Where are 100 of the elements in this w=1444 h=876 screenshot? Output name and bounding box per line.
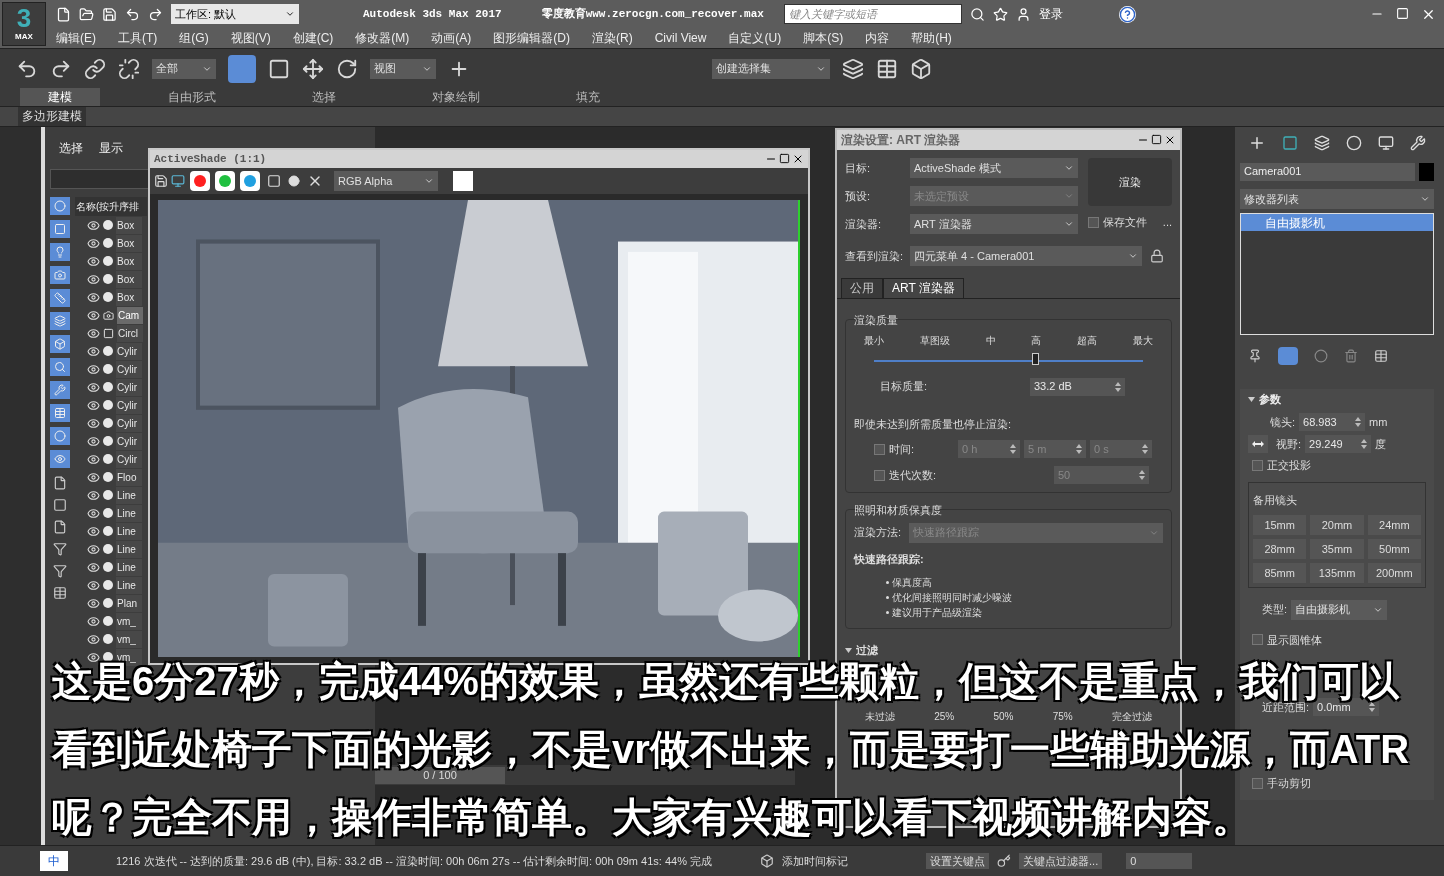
coordinate-dropdown[interactable]: 视图 (370, 58, 436, 79)
target-quality-spinner[interactable]: 33.2 dB (1030, 377, 1125, 396)
object-name[interactable]: Cylir (116, 342, 142, 360)
spinner-arrows-icon[interactable] (1369, 702, 1376, 712)
channel-dropdown[interactable]: RGB Alpha (334, 171, 438, 191)
lens-spinner[interactable]: 68.983 (1299, 413, 1366, 431)
explorer-tool-icon[interactable] (53, 520, 67, 534)
spinner-arrows-icon[interactable] (1076, 444, 1082, 454)
new-file-icon[interactable] (56, 6, 71, 22)
undo-icon[interactable] (125, 6, 140, 22)
view-dropdown[interactable]: 四元菜单 4 - Camera001 (910, 246, 1142, 266)
spinner-arrows-icon[interactable] (1355, 417, 1362, 427)
object-name[interactable]: Box (116, 234, 142, 252)
lens-preset-button[interactable]: 50mm (1367, 538, 1421, 559)
move-icon[interactable] (302, 57, 324, 80)
visibility-icon[interactable] (87, 452, 100, 466)
menu-item[interactable]: 脚本(S) (803, 29, 844, 47)
workspace-dropdown[interactable]: 工作区: 默认 (171, 4, 299, 24)
add-time-tag-button[interactable]: 添加时间标记 (782, 852, 848, 870)
object-name[interactable]: Cylir (116, 396, 142, 414)
lens-preset-button[interactable]: 200mm (1367, 562, 1421, 583)
menu-item[interactable]: 视图(V) (230, 29, 271, 47)
menu-item[interactable]: 帮助(H) (911, 29, 952, 47)
visibility-icon[interactable] (87, 416, 100, 430)
table-icon[interactable] (876, 57, 898, 80)
object-name[interactable]: Line (116, 540, 142, 558)
render-button[interactable]: 渲染 (1088, 158, 1172, 206)
explorer-menu-item[interactable]: 显示 (99, 139, 123, 169)
modify-tab-icon[interactable] (1282, 135, 1298, 151)
lens-preset-button[interactable]: 24mm (1367, 514, 1421, 535)
lens-preset-button[interactable]: 35mm (1310, 538, 1364, 559)
filter-type-icon[interactable] (54, 407, 66, 419)
help-icon[interactable] (1118, 5, 1136, 23)
visibility-icon[interactable] (87, 290, 100, 304)
explorer-tool-icon[interactable] (53, 542, 67, 556)
ribbon-tab[interactable]: 选择 (284, 88, 364, 106)
checkbox[interactable] (1088, 216, 1099, 228)
visibility-icon[interactable] (87, 560, 100, 574)
user-icon[interactable] (1015, 6, 1031, 22)
menu-item[interactable]: Civil View (654, 29, 707, 47)
field-dropdown[interactable]: ActiveShade 模式 (910, 158, 1078, 178)
configure-icon[interactable] (1374, 349, 1388, 363)
explorer-tool-icon[interactable] (53, 586, 67, 600)
visibility-icon[interactable] (87, 380, 100, 394)
fov-spinner[interactable]: 29.249 (1305, 435, 1372, 453)
link-icon[interactable] (84, 57, 106, 80)
menu-item[interactable]: 图形编辑器(D) (493, 29, 570, 47)
slider-thumb[interactable] (1032, 352, 1040, 365)
selection-filter-dropdown[interactable]: 全部 (152, 58, 216, 79)
rotate-icon[interactable] (336, 57, 358, 80)
display-tab-icon[interactable] (1378, 135, 1394, 151)
close-icon[interactable] (792, 153, 804, 165)
key-icon[interactable] (997, 854, 1011, 868)
spinner-arrows-icon[interactable] (1142, 444, 1148, 454)
ribbon-tab[interactable]: 对象绘制 (404, 88, 508, 106)
settings-tab[interactable]: ART 渲染器 (883, 278, 964, 298)
ime-bar[interactable]: 中 (40, 851, 68, 871)
object-name[interactable]: Line (116, 486, 142, 504)
object-name[interactable]: Line (116, 558, 142, 576)
time-tag-icon[interactable] (760, 854, 774, 868)
ribbon-tab[interactable]: 填充 (548, 88, 628, 106)
motion-tab-icon[interactable] (1346, 135, 1362, 151)
collapse-icon[interactable] (1248, 396, 1255, 402)
menu-item[interactable]: 修改器(M) (355, 29, 410, 47)
trash-icon[interactable] (1344, 349, 1358, 363)
filter-type-icon[interactable] (54, 453, 66, 465)
set-key-button[interactable]: 设置关键点 (926, 852, 989, 870)
explorer-search-field[interactable] (50, 169, 150, 189)
unique-icon[interactable] (1314, 349, 1328, 363)
fov-direction-button[interactable] (1248, 435, 1268, 453)
object-name[interactable]: Plan (116, 594, 142, 612)
settings-tab[interactable]: 公用 (841, 278, 883, 298)
visibility-icon[interactable] (87, 470, 100, 484)
checkbox[interactable] (1252, 777, 1263, 789)
checkbox[interactable] (874, 469, 885, 481)
selection-set-dropdown[interactable]: 创建选择集 (712, 58, 830, 79)
explorer-menu-item[interactable]: 选择 (59, 139, 83, 169)
object-name[interactable]: Line (116, 504, 142, 522)
visibility-icon[interactable] (87, 344, 100, 358)
object-name[interactable]: Line (116, 522, 142, 540)
collapse-icon[interactable] (845, 647, 852, 653)
filter-type-icon[interactable] (54, 315, 66, 327)
explorer-tool-icon[interactable] (53, 476, 67, 490)
menu-item[interactable]: 工具(T) (118, 29, 158, 47)
create-tab-icon[interactable] (1248, 134, 1266, 152)
visibility-icon[interactable] (87, 434, 100, 448)
save-icon[interactable] (154, 174, 168, 188)
region-select-icon[interactable] (268, 57, 290, 80)
filter-type-icon[interactable] (54, 384, 66, 396)
explorer-tool-icon[interactable] (53, 498, 67, 512)
spinner-arrows-icon[interactable] (1139, 470, 1145, 480)
clone-window-icon[interactable] (171, 174, 185, 188)
lens-preset-button[interactable]: 28mm (1253, 538, 1307, 559)
object-name[interactable]: Box (116, 270, 142, 288)
visibility-icon[interactable] (87, 326, 100, 340)
visibility-icon[interactable] (87, 254, 100, 268)
object-name[interactable]: Circl (117, 324, 143, 342)
color-swatch[interactable] (453, 171, 473, 191)
visibility-icon[interactable] (87, 308, 100, 322)
visibility-icon[interactable] (87, 506, 100, 520)
